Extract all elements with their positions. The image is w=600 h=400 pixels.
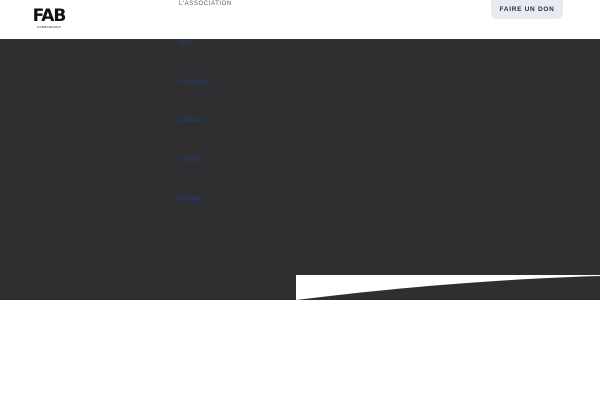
donate-button[interactable]: FAIRE UN DON [491,0,563,19]
hero-section: Qui? Les Projets Adhérent Contact Partag… [0,39,600,300]
site-logo[interactable]: FAB FORBANDANS [30,6,68,32]
nav-item-association[interactable]: L'ASSOCIATION [179,0,232,8]
logo-mark: FAB [32,6,67,26]
submenu-item-contact[interactable]: Contact [179,156,200,164]
submenu-item-adherent[interactable]: Adhérent [179,117,203,125]
submenu-item-projets[interactable]: Les Projets [179,78,209,86]
logo-tagline: FORBANDANS [37,25,61,29]
submenu-item-qui[interactable]: Qui? [179,39,192,47]
wave-divider [296,275,600,300]
submenu-item-partager[interactable]: Partager [179,195,202,203]
page: FAB FORBANDANS L'ASSOCIATION FAIRE UN DO… [0,0,600,400]
site-header: FAB FORBANDANS L'ASSOCIATION FAIRE UN DO… [0,0,600,39]
